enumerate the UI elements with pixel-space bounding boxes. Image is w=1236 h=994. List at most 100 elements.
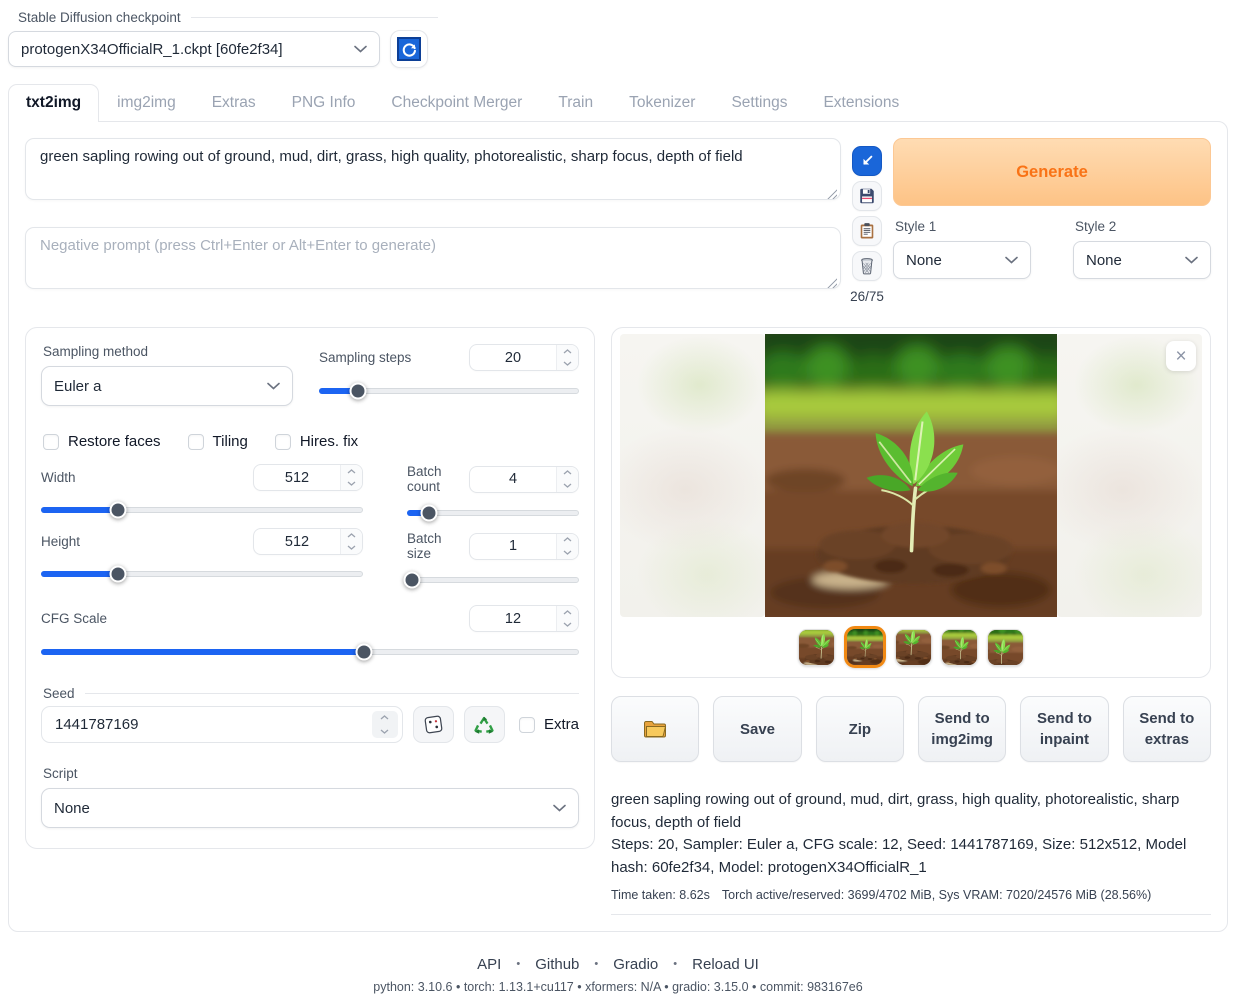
- slider-thumb[interactable]: [350, 383, 367, 400]
- reuse-seed-button[interactable]: [464, 706, 505, 743]
- info-performance: Time taken: 8.62sTorch active/reserved: …: [611, 886, 1211, 915]
- seed-input[interactable]: 1441787169: [41, 706, 403, 743]
- prompt-input[interactable]: green sapling rowing out of ground, mud,…: [25, 138, 841, 200]
- restore-faces-checkbox[interactable]: Restore faces: [43, 433, 161, 450]
- negative-prompt-input[interactable]: [25, 227, 841, 289]
- stepper[interactable]: [340, 465, 362, 490]
- batch-count-input[interactable]: 4: [469, 466, 579, 493]
- gallery-thumbnail-4[interactable]: [941, 629, 978, 666]
- output-section: × Save Zip Send to img2img: [611, 327, 1211, 915]
- seed-label: Seed: [43, 686, 579, 701]
- tab-tokenizer[interactable]: Tokenizer: [611, 84, 713, 122]
- send-to-extras-button[interactable]: Send to extras: [1123, 696, 1211, 762]
- sampling-steps-input[interactable]: 20: [469, 344, 579, 371]
- slider-thumb[interactable]: [421, 505, 438, 522]
- generation-params-panel: Sampling method Euler a Sampling steps 2…: [25, 327, 595, 849]
- gallery-thumbnail-5[interactable]: [987, 629, 1024, 666]
- chevron-down-icon: [553, 804, 566, 812]
- folder-icon: [643, 719, 667, 739]
- sampling-method-label: Sampling method: [43, 344, 293, 359]
- close-icon: ×: [1175, 347, 1186, 366]
- trash-icon: [858, 257, 876, 275]
- footer: API • Github • Gradio • Reload UI python…: [8, 956, 1228, 994]
- apply-style-button[interactable]: [852, 216, 882, 246]
- sampling-steps-label: Sampling steps: [319, 350, 469, 365]
- slider-thumb[interactable]: [110, 566, 127, 583]
- tab-img2img[interactable]: img2img: [99, 84, 194, 122]
- footer-link-gradio[interactable]: Gradio: [613, 956, 658, 973]
- save-button[interactable]: Save: [713, 696, 801, 762]
- stepper[interactable]: [556, 534, 578, 559]
- gallery-thumbnail-3[interactable]: [895, 629, 932, 666]
- width-input[interactable]: 512: [253, 464, 363, 491]
- slider-thumb[interactable]: [404, 572, 421, 589]
- gallery-thumbnail-2-selected[interactable]: [844, 626, 886, 668]
- paste-params-button[interactable]: [852, 146, 882, 176]
- width-label: Width: [41, 470, 253, 485]
- stepper[interactable]: [556, 345, 578, 370]
- width-slider[interactable]: [41, 501, 363, 519]
- tab-txt2img[interactable]: txt2img: [8, 84, 99, 122]
- tab-settings[interactable]: Settings: [713, 84, 805, 122]
- script-label: Script: [43, 766, 579, 781]
- cfg-scale-slider[interactable]: [41, 643, 579, 661]
- tab-extensions[interactable]: Extensions: [805, 84, 917, 122]
- dice-icon: [423, 714, 444, 735]
- extra-seed-checkbox[interactable]: Extra: [519, 716, 579, 733]
- slider-thumb[interactable]: [110, 502, 127, 519]
- separator-dot: •: [594, 958, 598, 970]
- close-image-button[interactable]: ×: [1166, 341, 1196, 371]
- tab-extras[interactable]: Extras: [194, 84, 274, 122]
- token-counter: 26/75: [850, 289, 884, 304]
- refresh-icon: [397, 37, 421, 61]
- separator-dot: •: [516, 958, 520, 970]
- generate-button[interactable]: Generate: [893, 138, 1211, 206]
- clipboard-icon: [858, 222, 876, 240]
- clear-prompt-button[interactable]: [852, 251, 882, 281]
- height-slider[interactable]: [41, 565, 363, 583]
- stepper[interactable]: [556, 467, 578, 492]
- slider-thumb[interactable]: [355, 644, 372, 661]
- stepper[interactable]: [340, 529, 362, 554]
- negative-prompt-field-wrap: [25, 227, 841, 293]
- tiling-checkbox[interactable]: Tiling: [188, 433, 248, 450]
- tab-checkpoint-merger[interactable]: Checkpoint Merger: [373, 84, 540, 122]
- script-dropdown[interactable]: None: [41, 788, 579, 828]
- refresh-checkpoints-button[interactable]: [390, 30, 428, 68]
- batch-size-slider[interactable]: [407, 571, 579, 589]
- stepper[interactable]: [372, 711, 398, 738]
- style2-dropdown[interactable]: None: [1073, 241, 1211, 279]
- style1-dropdown[interactable]: None: [893, 241, 1031, 279]
- send-to-img2img-button[interactable]: Send to img2img: [918, 696, 1006, 762]
- random-seed-button[interactable]: [413, 706, 454, 743]
- footer-link-api[interactable]: API: [477, 956, 501, 973]
- sampling-method-dropdown[interactable]: Euler a: [41, 366, 293, 406]
- gallery-thumbnail-1[interactable]: [798, 629, 835, 666]
- zip-button[interactable]: Zip: [816, 696, 904, 762]
- batch-count-label: Batch count: [407, 464, 469, 494]
- tab-png-info[interactable]: PNG Info: [274, 84, 374, 122]
- image-viewer: ×: [611, 327, 1211, 678]
- generated-image[interactable]: [765, 334, 1057, 617]
- batch-count-slider[interactable]: [407, 504, 579, 522]
- tab-train[interactable]: Train: [540, 84, 611, 122]
- height-label: Height: [41, 534, 253, 549]
- batch-size-input[interactable]: 1: [469, 533, 579, 560]
- viewer-blur-right: [1057, 334, 1202, 617]
- footer-link-reload-ui[interactable]: Reload UI: [692, 956, 759, 973]
- open-folder-button[interactable]: [611, 696, 699, 762]
- save-style-button[interactable]: [852, 181, 882, 211]
- checkpoint-value: protogenX34OfficialR_1.ckpt [60fe2f34]: [21, 41, 283, 58]
- footer-link-github[interactable]: Github: [535, 956, 579, 973]
- height-input[interactable]: 512: [253, 528, 363, 555]
- main-tabs: txt2img img2img Extras PNG Info Checkpoi…: [8, 84, 1228, 121]
- send-to-inpaint-button[interactable]: Send to inpaint: [1020, 696, 1108, 762]
- floppy-disk-icon: [858, 187, 876, 205]
- down-left-arrow-icon: [860, 154, 874, 168]
- hires-fix-checkbox[interactable]: Hires. fix: [275, 433, 358, 450]
- cfg-scale-input[interactable]: 12: [469, 605, 579, 632]
- stepper[interactable]: [556, 606, 578, 631]
- checkpoint-dropdown[interactable]: protogenX34OfficialR_1.ckpt [60fe2f34]: [8, 31, 380, 67]
- chevron-down-icon: [354, 45, 367, 53]
- sampling-steps-slider[interactable]: [319, 382, 579, 400]
